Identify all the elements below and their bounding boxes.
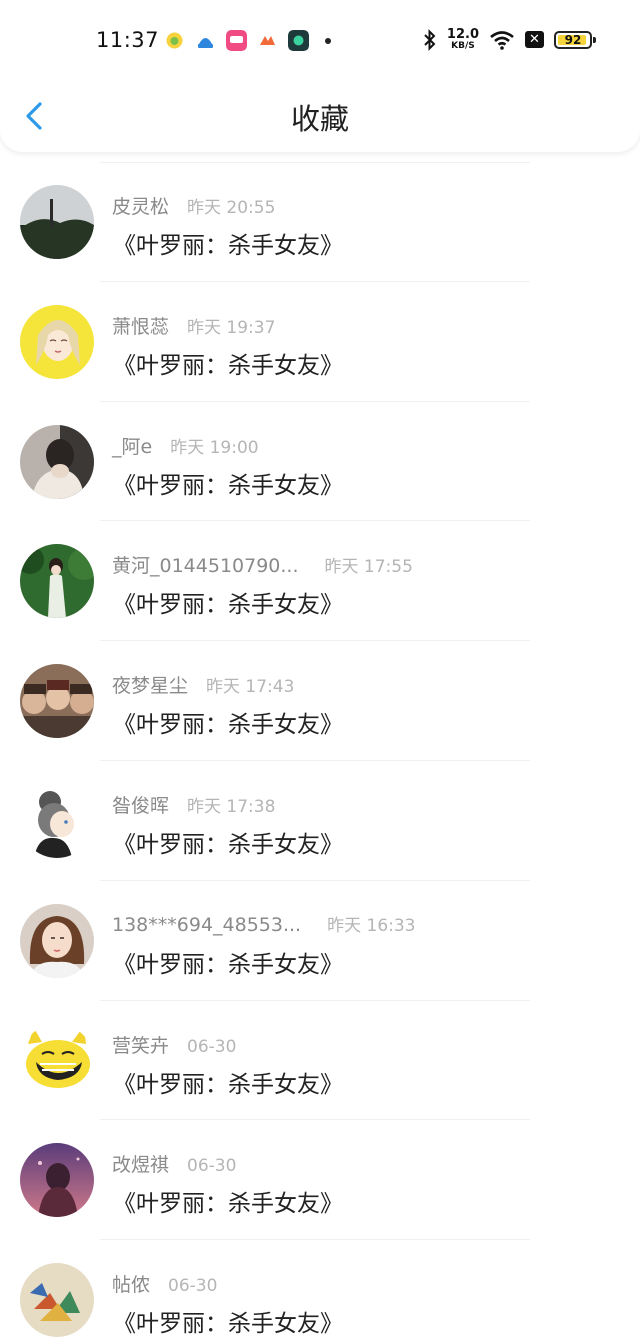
list-item[interactable]: 改煜祺 06-30 《叶罗丽：杀手女友》 <box>0 1120 640 1241</box>
nav-header: 收藏 <box>0 86 640 148</box>
timestamp: 昨天 19:37 <box>187 317 276 338</box>
list-item[interactable]: 帖侬 06-30 《叶罗丽：杀手女友》 <box>0 1240 640 1341</box>
item-meta: _阿e 昨天 19:00 <box>112 432 259 459</box>
avatar[interactable] <box>20 664 94 739</box>
list-item[interactable]: _阿e 昨天 19:00 《叶罗丽：杀手女友》 <box>0 402 640 522</box>
notification-app-icons <box>164 30 331 51</box>
timestamp: 06-30 <box>168 1276 218 1297</box>
wifi-icon <box>490 30 514 50</box>
list-item[interactable]: 黄河_0144510790... 昨天 17:55 《叶罗丽：杀手女友》 <box>0 521 640 642</box>
item-text[interactable]: 《叶罗丽：杀手女友》 <box>113 346 343 380</box>
net-speed: 12.0 KB/S <box>447 28 479 51</box>
username[interactable]: 萧恨蕊 <box>112 312 169 339</box>
system-icons: 12.0 KB/S ✕ 92 <box>423 28 596 51</box>
item-text[interactable]: 《叶罗丽：杀手女友》 <box>113 1065 343 1099</box>
item-meta: 皮灵松 昨天 20:55 <box>112 192 275 219</box>
list-item[interactable]: 昝俊晖 昨天 17:38 《叶罗丽：杀手女友》 <box>0 761 640 881</box>
net-speed-unit: KB/S <box>451 41 475 51</box>
avatar[interactable] <box>20 424 94 499</box>
page-title: 收藏 <box>290 102 349 136</box>
item-text[interactable]: 《叶罗丽：杀手女友》 <box>113 1184 343 1218</box>
avatar[interactable] <box>20 783 94 858</box>
status-time: 11:37 <box>96 28 160 52</box>
avatar[interactable] <box>20 544 94 619</box>
item-text[interactable]: 《叶罗丽：杀手女友》 <box>113 705 343 739</box>
app-icon-4 <box>257 30 278 51</box>
item-meta: 黄河_0144510790... 昨天 17:55 <box>112 551 413 578</box>
battery-icon: 92 <box>554 30 596 49</box>
username[interactable]: 黄河_0144510790... <box>112 551 299 578</box>
timestamp: 06-30 <box>187 1036 237 1057</box>
timestamp: 昨天 17:43 <box>206 677 295 698</box>
timestamp: 昨天 16:33 <box>327 915 416 936</box>
item-text[interactable]: 《叶罗丽：杀手女友》 <box>113 945 343 979</box>
timestamp: 昨天 17:55 <box>324 557 413 578</box>
item-meta: 萧恨蕊 昨天 19:37 <box>112 312 275 339</box>
timestamp: 昨天 19:00 <box>170 437 259 458</box>
item-text[interactable]: 《叶罗丽：杀手女友》 <box>113 226 343 260</box>
list-item[interactable]: 皮灵松 昨天 20:55 《叶罗丽：杀手女友》 <box>0 162 640 282</box>
item-meta: 帖侬 06-30 <box>112 1270 217 1297</box>
item-meta: 营笑卉 06-30 <box>112 1031 236 1058</box>
timestamp: 06-30 <box>187 1156 237 1177</box>
item-text[interactable]: 《叶罗丽：杀手女友》 <box>113 585 343 619</box>
item-text[interactable]: 《叶罗丽：杀手女友》 <box>113 466 343 500</box>
username[interactable]: 营笑卉 <box>112 1031 169 1058</box>
item-meta: 138***694_48553... 昨天 16:33 <box>112 911 416 936</box>
app-icon-1 <box>166 32 183 49</box>
app-icon-2 <box>195 30 216 51</box>
avatar[interactable] <box>20 903 94 978</box>
app-icon-5 <box>288 30 309 51</box>
avatar[interactable] <box>20 304 94 379</box>
favorites-list: 皮灵松 昨天 20:55 《叶罗丽：杀手女友》 萧恨蕊 昨天 19:37 《叶罗… <box>0 162 640 1341</box>
avatar[interactable] <box>20 1143 94 1218</box>
timestamp: 昨天 20:55 <box>187 198 276 218</box>
battery-level: 92 <box>564 32 582 47</box>
list-item[interactable]: 138***694_48553... 昨天 16:33 《叶罗丽：杀手女友》 <box>0 881 640 1001</box>
top-card: 11:37 12.0 KB/S ✕ 92 收藏 <box>0 0 640 152</box>
avatar[interactable] <box>20 1023 94 1098</box>
username[interactable]: 帖侬 <box>112 1270 150 1297</box>
list-item[interactable]: 夜梦星尘 昨天 17:43 《叶罗丽：杀手女友》 <box>0 641 640 761</box>
x-notify-icon: ✕ <box>525 31 544 48</box>
username[interactable]: 昝俊晖 <box>112 791 169 818</box>
username[interactable]: 皮灵松 <box>112 192 169 219</box>
username[interactable]: _阿e <box>112 432 152 459</box>
username[interactable]: 138***694_48553... <box>112 914 301 936</box>
avatar[interactable] <box>20 1263 94 1338</box>
bluetooth-icon <box>424 28 436 51</box>
item-text[interactable]: 《叶罗丽：杀手女友》 <box>113 825 343 859</box>
item-meta: 昝俊晖 昨天 17:38 <box>112 791 275 818</box>
net-speed-value: 12.0 <box>446 27 479 42</box>
status-bar: 11:37 12.0 KB/S ✕ 92 <box>0 0 640 86</box>
list-item[interactable]: 萧恨蕊 昨天 19:37 《叶罗丽：杀手女友》 <box>0 282 640 402</box>
item-text[interactable]: 《叶罗丽：杀手女友》 <box>113 1304 343 1338</box>
timestamp: 昨天 17:38 <box>187 796 276 817</box>
more-notifications-dot <box>325 37 331 44</box>
username[interactable]: 改煜祺 <box>112 1150 169 1177</box>
item-meta: 改煜祺 06-30 <box>112 1150 236 1177</box>
item-meta: 夜梦星尘 昨天 17:43 <box>112 671 294 698</box>
app-icon-3 <box>226 30 247 51</box>
list-item[interactable]: 营笑卉 06-30 《叶罗丽：杀手女友》 <box>0 1001 640 1121</box>
avatar[interactable] <box>20 185 94 259</box>
username[interactable]: 夜梦星尘 <box>112 671 188 698</box>
